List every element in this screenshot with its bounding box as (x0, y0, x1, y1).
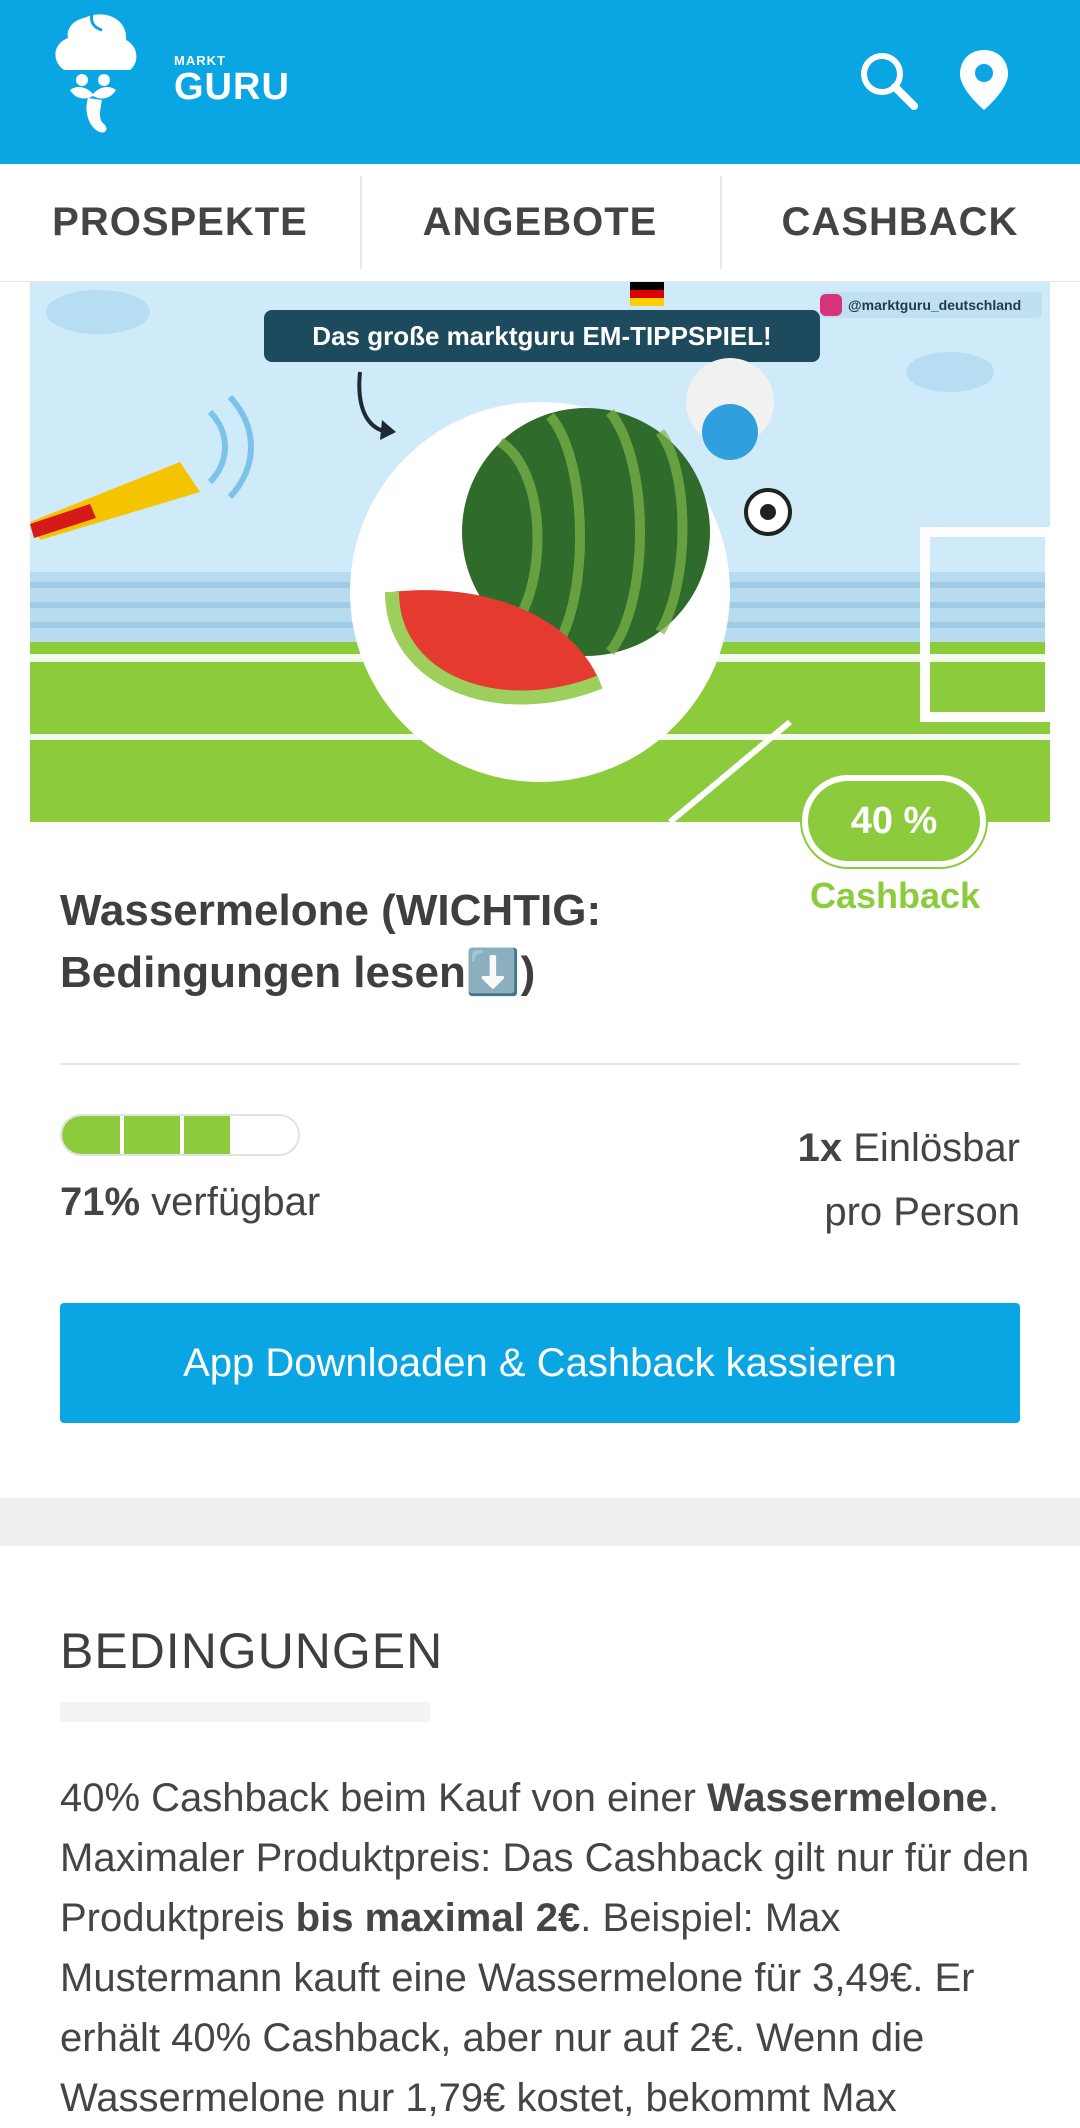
availability-label: verfügbar (140, 1180, 321, 1224)
conditions-text-bold: Wassermelone (707, 1776, 988, 1820)
availability-text: 71% verfügbar (60, 1180, 320, 1225)
category-tabs: PROSPEKTE ANGEBOTE CASHBACK (0, 164, 1080, 282)
conditions-text-part: 40% Cashback beim Kauf von einer (60, 1776, 708, 1820)
app-download-cashback-button[interactable]: App Downloaden & Cashback kassieren (60, 1303, 1020, 1423)
search-icon (861, 53, 918, 110)
conditions-title: BEDINGUNGEN (60, 1623, 444, 1679)
location-button[interactable] (948, 44, 1020, 116)
marktguru-logo[interactable]: MARKT GURU (44, 10, 289, 140)
section-separator (0, 1498, 1080, 1546)
search-button[interactable] (852, 44, 924, 116)
divider (60, 1063, 1020, 1065)
banner-instagram-handle: @marktguru_deutschland (848, 297, 1022, 313)
location-pin-icon (960, 50, 1008, 110)
tab-prospekte[interactable]: PROSPEKTE (0, 164, 360, 281)
cashback-badge-label: Cashback (809, 875, 981, 916)
redeem-count: 1x (797, 1126, 843, 1170)
redeem-label: Einlösbar (842, 1126, 1020, 1170)
progress-separator (120, 1116, 124, 1154)
cashback-badge: 40 % (802, 775, 986, 867)
banner-headline: Das große marktguru EM-TIPPSPIEL! (312, 320, 772, 351)
availability-percent: 71% (60, 1180, 141, 1224)
tab-angebote[interactable]: ANGEBOTE (360, 164, 720, 281)
redeem-per-person: pro Person (824, 1190, 1020, 1234)
app-header: MARKT GURU (0, 0, 1080, 164)
availability-progress-fill (62, 1116, 230, 1154)
progress-separator (180, 1116, 184, 1154)
redeem-info: 1x Einlösbar pro Person (798, 1116, 1020, 1244)
guru-mascot-icon (55, 13, 137, 133)
conditions-text-bold: bis maximal 2€ (295, 1896, 581, 1940)
logo-big-text: GURU (174, 66, 290, 108)
tab-cashback[interactable]: CASHBACK (720, 164, 1080, 281)
banner-illustration (30, 282, 1050, 822)
offer-banner-image: Das große marktguru EM-TIPPSPIEL! @markt… (30, 282, 1050, 822)
conditions-text: 40% Cashback beim Kauf von einer Wasserm… (60, 1768, 1040, 2128)
availability-progress-bar (60, 1114, 300, 1156)
offer-title: Wassermelone (WICHTIG: Bedingungen lesen… (60, 886, 602, 997)
conditions-section: BEDINGUNGEN 40% Cashback beim Kauf von e… (0, 1546, 1080, 2128)
conditions-underline (60, 1702, 430, 1722)
